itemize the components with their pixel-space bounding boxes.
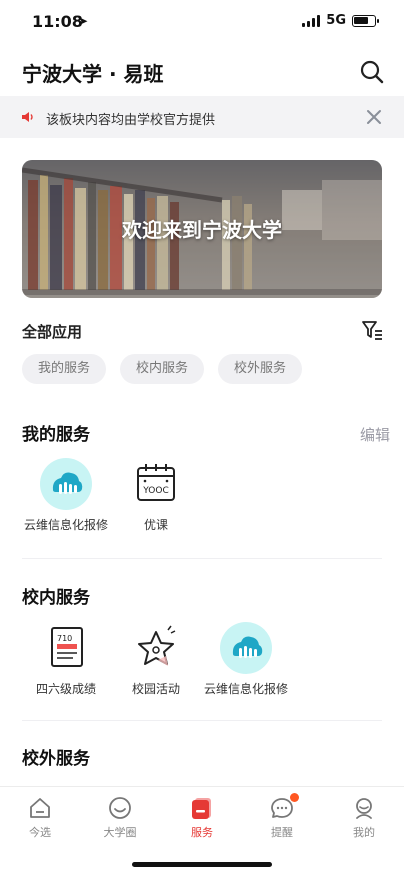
filter-button[interactable] xyxy=(360,318,384,342)
profile-icon xyxy=(351,795,377,821)
tab-label: 今选 xyxy=(29,826,51,839)
divider xyxy=(22,720,382,721)
status-time: 11:08 xyxy=(32,12,83,31)
network-type: 5G xyxy=(326,13,346,28)
tab-label: 提醒 xyxy=(271,826,293,839)
notification-badge xyxy=(290,793,299,802)
my-services-title: 我的服务 xyxy=(22,425,90,445)
location-arrow-icon: ➤ xyxy=(78,14,89,28)
filter-icon xyxy=(362,321,382,340)
tab-label: 大学圈 xyxy=(103,826,137,839)
svg-text:710: 710 xyxy=(57,634,72,643)
app-label: 优课 xyxy=(143,518,168,532)
tab-reminders[interactable]: 提醒 xyxy=(252,793,312,840)
app-campus-activities[interactable]: 校园活动 xyxy=(108,622,204,697)
tab-college-circle[interactable]: 大学圈 xyxy=(90,795,150,840)
tab-me[interactable]: 我的 xyxy=(334,795,394,840)
app-label: 云维信息化报修 xyxy=(203,682,288,696)
bottom-tab-bar: 今选 大学圈 服务 提醒 我的 xyxy=(0,786,404,846)
cloud-repair-icon xyxy=(220,622,272,674)
campus-services-title: 校内服务 xyxy=(22,588,90,608)
smile-icon xyxy=(107,795,133,821)
chat-bubble-icon xyxy=(269,793,299,821)
app-cloud-repair-campus[interactable]: 云维信息化报修 xyxy=(198,622,294,697)
tab-label: 我的 xyxy=(353,826,375,839)
app-label: 校园活动 xyxy=(131,682,180,696)
chip-external-services[interactable]: 校外服务 xyxy=(218,354,303,384)
tab-today[interactable]: 今选 xyxy=(10,795,70,840)
home-icon xyxy=(27,795,53,821)
chip-campus-services[interactable]: 校内服务 xyxy=(120,354,205,384)
signal-icon xyxy=(302,14,321,27)
tab-label: 服务 xyxy=(191,826,213,839)
cloud-repair-icon xyxy=(40,458,92,510)
header: 宁波大学 · 易班 xyxy=(0,52,404,92)
tab-services[interactable]: 服务 xyxy=(172,795,232,840)
external-services-title: 校外服务 xyxy=(22,749,90,769)
search-icon xyxy=(360,60,384,84)
svg-text:YOOC: YOOC xyxy=(142,486,168,496)
speaker-icon xyxy=(22,112,33,122)
page-title: 宁波大学 · 易班 xyxy=(22,62,164,86)
battery-icon xyxy=(352,14,379,27)
app-label: 云维信息化报修 xyxy=(23,518,108,532)
status-indicators: 5G xyxy=(302,13,379,28)
edit-button[interactable]: 编辑 xyxy=(360,424,390,445)
notice-bar: 该板块内容均由学校官方提供 xyxy=(0,96,404,138)
category-chips: 我的服务 校内服务 校外服务 xyxy=(22,354,303,384)
close-icon xyxy=(367,110,381,124)
divider xyxy=(22,558,382,559)
notice-text: 该板块内容均由学校官方提供 xyxy=(46,113,216,128)
app-yooc[interactable]: YOOC 优课 xyxy=(108,458,204,533)
search-button[interactable] xyxy=(358,58,386,86)
all-apps-label: 全部应用 xyxy=(22,323,83,341)
app-cloud-repair[interactable]: 云维信息化报修 xyxy=(18,458,114,533)
app-label: 四六级成绩 xyxy=(35,682,96,696)
app-cet-scores[interactable]: 710 四六级成绩 xyxy=(18,622,114,697)
welcome-banner[interactable]: 欢迎来到宁波大学 xyxy=(22,160,382,298)
service-icon xyxy=(189,795,215,821)
chip-my-services[interactable]: 我的服务 xyxy=(22,354,107,384)
star-icon xyxy=(130,622,182,674)
home-indicator[interactable] xyxy=(132,862,272,867)
banner-title: 欢迎来到宁波大学 xyxy=(122,218,282,242)
yooc-calendar-icon: YOOC xyxy=(130,458,182,510)
exam-report-icon: 710 xyxy=(40,622,92,674)
status-bar: 11:08 ➤ 5G xyxy=(0,0,404,44)
notice-close-button[interactable] xyxy=(364,107,384,127)
